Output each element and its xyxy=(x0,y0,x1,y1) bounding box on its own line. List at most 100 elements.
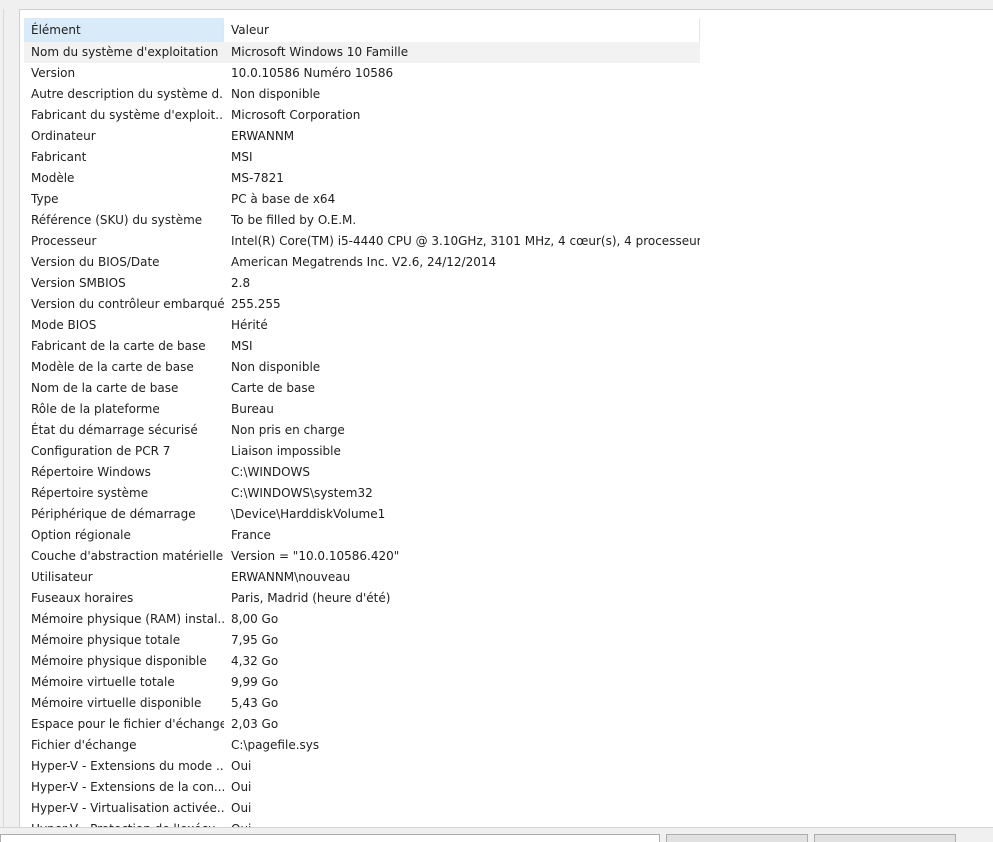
row-value-cell: Hérité xyxy=(231,318,268,332)
table-row[interactable]: Ordinateur ERWANNM xyxy=(24,126,984,147)
row-value-cell: 2,03 Go xyxy=(231,717,279,731)
table-row[interactable]: Type PC à base de x64 xyxy=(24,189,984,210)
row-element-cell: Répertoire Windows xyxy=(31,465,151,479)
table-row[interactable]: Version 10.0.10586 Numéro 10586 xyxy=(24,63,984,84)
row-value-cell: \Device\HarddiskVolume1 xyxy=(231,507,386,521)
table-row[interactable]: Mode BIOS Hérité xyxy=(24,315,984,336)
row-value-cell: Intel(R) Core(TM) i5-4440 CPU @ 3.10GHz,… xyxy=(231,234,700,248)
table-row[interactable]: État du démarrage sécurisé Non pris en ch… xyxy=(24,420,984,441)
row-value-cell: C:\pagefile.sys xyxy=(231,738,320,752)
table-row[interactable]: Option régionale France xyxy=(24,525,984,546)
row-value-cell: Non disponible xyxy=(231,360,321,374)
table-row[interactable]: Modèle MS-7821 xyxy=(24,168,984,189)
table-row[interactable]: Répertoire système C:\WINDOWS\system32 xyxy=(24,483,984,504)
table-row[interactable]: Rôle de la plateforme Bureau xyxy=(24,399,984,420)
row-value-cell: France xyxy=(231,528,271,542)
row-element-cell: Modèle xyxy=(31,171,75,185)
row-value-cell: C:\WINDOWS\system32 xyxy=(231,486,373,500)
row-value-cell: Oui xyxy=(231,759,252,773)
row-element-cell: Configuration de PCR 7 xyxy=(31,444,171,458)
table-row[interactable]: Nom de la carte de base Carte de base xyxy=(24,378,984,399)
table-row[interactable]: Périphérique de démarrage \Device\Harddis… xyxy=(24,504,984,525)
row-element-cell: Rôle de la plateforme xyxy=(31,402,160,416)
table-row[interactable]: Hyper-V - Virtualisation activée... Oui xyxy=(24,798,984,819)
row-element-cell: Fuseaux horaires xyxy=(31,591,134,605)
row-element-cell: Référence (SKU) du système xyxy=(31,213,203,227)
system-info-window: Élément Valeur Nom du système d'exploita… xyxy=(0,0,993,842)
column-header-element[interactable]: Élément xyxy=(24,18,224,42)
row-value-cell: Non pris en charge xyxy=(231,423,345,437)
close-find-button[interactable] xyxy=(814,834,956,842)
row-value-cell: American Megatrends Inc. V2.6, 24/12/201… xyxy=(231,255,497,269)
table-row[interactable]: Mémoire virtuelle disponible 5,43 Go xyxy=(24,693,984,714)
table-row[interactable]: Version SMBIOS 2.8 xyxy=(24,273,984,294)
row-element-cell: Version du BIOS/Date xyxy=(31,255,160,269)
table-row[interactable]: Version du BIOS/Date American Megatrends … xyxy=(24,252,984,273)
row-value-cell: 8,00 Go xyxy=(231,612,279,626)
table-row[interactable]: Utilisateur ERWANNM\nouveau xyxy=(24,567,984,588)
row-value-cell: ERWANNM xyxy=(231,129,295,143)
table-row[interactable]: Fabricant du système d'exploit... Microso… xyxy=(24,105,984,126)
table-row[interactable]: Version du contrôleur embarqué 255.255 xyxy=(24,294,984,315)
row-element-cell: Mémoire physique (RAM) instal... xyxy=(31,612,224,626)
column-header-value[interactable]: Valeur xyxy=(224,18,700,42)
table-row[interactable]: Processeur Intel(R) Core(TM) i5-4440 CPU … xyxy=(24,231,984,252)
row-element-cell: Mémoire physique totale xyxy=(31,633,181,647)
row-value-cell: MSI xyxy=(231,150,253,164)
row-value-cell: C:\WINDOWS xyxy=(231,465,311,479)
table-row[interactable]: Modèle de la carte de base Non disponible xyxy=(24,357,984,378)
top-strip xyxy=(0,0,993,9)
table-row[interactable]: Fuseaux horaires Paris, Madrid (heure d'é… xyxy=(24,588,984,609)
row-element-cell: Mémoire physique disponible xyxy=(31,654,207,668)
row-value-cell: To be filled by O.E.M. xyxy=(231,213,357,227)
row-element-cell: Mémoire virtuelle disponible xyxy=(31,696,202,710)
row-element-cell: Répertoire système xyxy=(31,486,149,500)
row-value-cell: ERWANNM\nouveau xyxy=(231,570,351,584)
row-element-cell: Type xyxy=(31,192,59,206)
row-element-cell: Option régionale xyxy=(31,528,131,542)
row-element-cell: Fabricant du système d'exploit... xyxy=(31,108,224,122)
row-element-cell: Modèle de la carte de base xyxy=(31,360,194,374)
table-row[interactable]: Mémoire physique disponible 4,32 Go xyxy=(24,651,984,672)
table-row[interactable]: Mémoire physique totale 7,95 Go xyxy=(24,630,984,651)
row-value-cell: Version = "10.0.10586.420" xyxy=(231,549,400,563)
table-row[interactable]: Hyper-V - Protection de l'exécu...Oui xyxy=(24,819,984,827)
table-row[interactable]: Fabricant de la carte de base MSI xyxy=(24,336,984,357)
table-row[interactable]: Espace pour le fichier d'échange 2,03 Go xyxy=(24,714,984,735)
row-element-cell: Nom du système d'exploitation xyxy=(24,42,224,63)
table-row[interactable]: Configuration de PCR 7 Liaison impossible xyxy=(24,441,984,462)
row-value-cell: 2.8 xyxy=(231,276,251,290)
table-row[interactable]: Fabricant MSI xyxy=(24,147,984,168)
table-row[interactable]: Autre description du système d... Non dis… xyxy=(24,84,984,105)
find-button[interactable] xyxy=(666,834,808,842)
row-value-cell: 10.0.10586 Numéro 10586 xyxy=(231,66,394,80)
row-element-cell: Hyper-V - Extensions de la con... xyxy=(31,780,224,794)
table-row[interactable]: Répertoire Windows C:\WINDOWS xyxy=(24,462,984,483)
table-row[interactable]: Référence (SKU) du système To be filled b… xyxy=(24,210,984,231)
row-value-cell: 7,95 Go xyxy=(231,633,279,647)
row-value-cell: 255.255 xyxy=(231,297,281,311)
table-row[interactable]: Fichier d'échange C:\pagefile.sys xyxy=(24,735,984,756)
row-element-cell: Hyper-V - Virtualisation activée... xyxy=(31,801,224,815)
row-value-cell: Paris, Madrid (heure d'été) xyxy=(231,591,391,605)
row-value-cell: Oui xyxy=(224,819,700,827)
row-value-cell: 5,43 Go xyxy=(231,696,279,710)
row-element-cell: Version SMBIOS xyxy=(31,276,126,290)
table-row[interactable]: Nom du système d'exploitation Microsoft W… xyxy=(24,42,984,63)
table-row[interactable]: Hyper-V - Extensions de la con... Oui xyxy=(24,777,984,798)
row-element-cell: Utilisateur xyxy=(31,570,93,584)
row-element-cell: État du démarrage sécurisé xyxy=(31,423,198,437)
row-element-cell: Nom de la carte de base xyxy=(31,381,179,395)
row-value-cell: Oui xyxy=(231,780,252,794)
table-row[interactable]: Mémoire virtuelle totale 9,99 Go xyxy=(24,672,984,693)
table-row[interactable]: Couche d'abstraction matérielle Version =… xyxy=(24,546,984,567)
row-value-cell: MSI xyxy=(231,339,253,353)
row-element-cell: Version du contrôleur embarqué xyxy=(31,297,224,311)
details-list[interactable]: Élément Valeur Nom du système d'exploita… xyxy=(19,9,993,827)
table-row[interactable]: Hyper-V - Extensions du mode ... Oui xyxy=(24,756,984,777)
row-element-cell: Fichier d'échange xyxy=(31,738,137,752)
row-element-cell: Hyper-V - Extensions du mode ... xyxy=(31,759,224,773)
table-row[interactable]: Mémoire physique (RAM) instal... 8,00 Go xyxy=(24,609,984,630)
row-value-cell: Carte de base xyxy=(231,381,315,395)
search-field[interactable] xyxy=(0,834,660,842)
